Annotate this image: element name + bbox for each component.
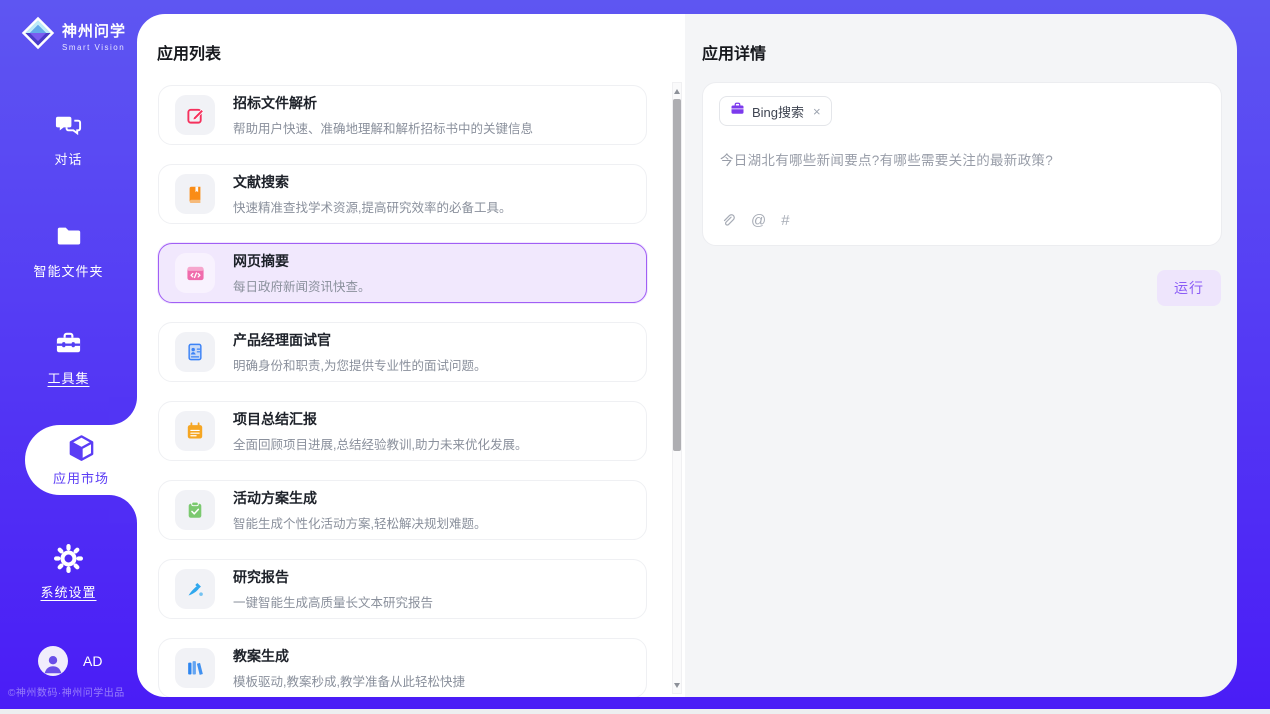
sidebar: 神州问学 Smart Vision 对话 智能文件夹 工具集 应用市场 系统设置 bbox=[0, 0, 137, 714]
app-card[interactable]: 教案生成 模板驱动,教案秒成,教学准备从此轻松快捷 bbox=[158, 638, 647, 697]
sidebar-item-toolset[interactable]: 工具集 bbox=[0, 329, 137, 387]
browser-code-icon bbox=[175, 253, 215, 293]
app-card-description: 智能生成个性化活动方案,轻松解决规划难题。 bbox=[233, 513, 486, 532]
app-card-description: 每日政府新闻资讯快查。 bbox=[233, 276, 371, 295]
books-icon bbox=[175, 648, 215, 688]
app-card-title: 产品经理面试官 bbox=[233, 330, 486, 350]
cube-icon bbox=[66, 433, 97, 463]
app-card-description: 模板驱动,教案秒成,教学准备从此轻松快捷 bbox=[233, 671, 465, 690]
app-list-panel: 应用列表 招标文件解析 帮助用户快速、准确地理解和解析招标书中的关键信息 文献搜… bbox=[137, 14, 685, 697]
app-card-title: 教案生成 bbox=[233, 646, 465, 666]
book-icon bbox=[175, 174, 215, 214]
scroll-down-arrow-icon[interactable] bbox=[673, 679, 681, 691]
resume-icon bbox=[175, 332, 215, 372]
document-edit-icon bbox=[175, 95, 215, 135]
window-bottom-edge bbox=[0, 709, 1270, 714]
app-list-title: 应用列表 bbox=[157, 40, 221, 64]
briefcase-icon bbox=[730, 101, 745, 121]
scrollbar-thumb[interactable] bbox=[673, 99, 681, 451]
app-card-description: 明确身份和职责,为您提供专业性的面试问题。 bbox=[233, 355, 486, 374]
active-tab-curve-bottom bbox=[109, 495, 137, 523]
calendar-icon bbox=[175, 411, 215, 451]
tool-chip-bing-search[interactable]: Bing搜索 × bbox=[719, 96, 832, 126]
diamond-logo-icon bbox=[20, 15, 56, 56]
app-list: 招标文件解析 帮助用户快速、准确地理解和解析招标书中的关键信息 文献搜索 快速精… bbox=[158, 85, 647, 697]
toolbox-icon bbox=[54, 329, 83, 359]
sidebar-item-chat[interactable]: 对话 bbox=[0, 110, 137, 168]
app-card-title: 项目总结汇报 bbox=[233, 409, 527, 429]
app-detail-panel: 应用详情 Bing搜索 × 今日湖北有哪些新闻要点?有哪些需要关注的最新政策? bbox=[685, 14, 1237, 697]
chat-icon bbox=[54, 110, 83, 140]
sidebar-item-app-market[interactable]: 应用市场 bbox=[25, 425, 137, 495]
app-card[interactable]: 招标文件解析 帮助用户快速、准确地理解和解析招标书中的关键信息 bbox=[158, 85, 647, 145]
ink-pen-icon bbox=[175, 569, 215, 609]
app-card-description: 帮助用户快速、准确地理解和解析招标书中的关键信息 bbox=[233, 118, 533, 137]
app-card[interactable]: 文献搜索 快速精准查找学术资源,提高研究效率的必备工具。 bbox=[158, 164, 647, 224]
folder-icon bbox=[55, 222, 83, 252]
app-card[interactable]: 产品经理面试官 明确身份和职责,为您提供专业性的面试问题。 bbox=[158, 322, 647, 382]
app-card-title: 网页摘要 bbox=[233, 251, 371, 271]
gear-icon bbox=[54, 543, 83, 573]
prompt-input[interactable]: 今日湖北有哪些新闻要点?有哪些需要关注的最新政策? bbox=[720, 149, 1205, 169]
mention-icon[interactable]: @ bbox=[751, 212, 766, 229]
sidebar-item-label: 应用市场 bbox=[53, 468, 109, 487]
app-card-title: 研究报告 bbox=[233, 567, 433, 587]
app-card[interactable]: 研究报告 一键智能生成高质量长文本研究报告 bbox=[158, 559, 647, 619]
user-account[interactable]: AD bbox=[38, 646, 102, 676]
sidebar-item-label: 系统设置 bbox=[40, 582, 96, 601]
app-card[interactable]: 项目总结汇报 全面回顾项目进展,总结经验教训,助力未来优化发展。 bbox=[158, 401, 647, 461]
sidebar-item-smart-folder[interactable]: 智能文件夹 bbox=[0, 222, 137, 280]
chip-close-icon[interactable]: × bbox=[813, 105, 821, 118]
app-card[interactable]: 网页摘要 每日政府新闻资讯快查。 bbox=[158, 243, 647, 303]
app-detail-title: 应用详情 bbox=[702, 40, 766, 64]
app-card-description: 快速精准查找学术资源,提高研究效率的必备工具。 bbox=[233, 197, 511, 216]
copyright-footer: ©神州数码·神州问学出品 bbox=[8, 684, 138, 699]
attachment-icon[interactable] bbox=[720, 213, 736, 229]
input-toolbar: @ # bbox=[720, 212, 790, 229]
prompt-card: Bing搜索 × 今日湖北有哪些新闻要点?有哪些需要关注的最新政策? @ # bbox=[702, 82, 1222, 246]
app-card-title: 文献搜索 bbox=[233, 172, 511, 192]
clipboard-check-icon bbox=[175, 490, 215, 530]
hash-icon[interactable]: # bbox=[781, 212, 789, 229]
user-name: AD bbox=[83, 653, 102, 669]
app-card-title: 招标文件解析 bbox=[233, 93, 533, 113]
app-card-description: 一键智能生成高质量长文本研究报告 bbox=[233, 592, 433, 611]
scroll-up-arrow-icon[interactable] bbox=[673, 85, 681, 97]
brand-text: 神州问学 Smart Vision bbox=[62, 20, 126, 52]
sidebar-item-label: 对话 bbox=[54, 149, 82, 168]
user-avatar-icon bbox=[38, 646, 68, 676]
main-content: 应用列表 招标文件解析 帮助用户快速、准确地理解和解析招标书中的关键信息 文献搜… bbox=[137, 14, 1237, 697]
brand-name: 神州问学 bbox=[62, 20, 126, 41]
app-card-description: 全面回顾项目进展,总结经验教训,助力未来优化发展。 bbox=[233, 434, 527, 453]
sidebar-item-settings[interactable]: 系统设置 bbox=[0, 543, 137, 601]
brand-logo: 神州问学 Smart Vision bbox=[20, 15, 126, 56]
list-scrollbar[interactable] bbox=[672, 82, 682, 694]
run-button[interactable]: 运行 bbox=[1157, 270, 1221, 306]
brand-subtitle: Smart Vision bbox=[62, 43, 126, 52]
sidebar-item-label: 智能文件夹 bbox=[33, 261, 103, 280]
tool-chip-label: Bing搜索 bbox=[752, 102, 804, 121]
sidebar-item-label: 工具集 bbox=[47, 368, 89, 387]
app-card[interactable]: 活动方案生成 智能生成个性化活动方案,轻松解决规划难题。 bbox=[158, 480, 647, 540]
app-card-title: 活动方案生成 bbox=[233, 488, 486, 508]
app-window: 神州问学 Smart Vision 对话 智能文件夹 工具集 应用市场 系统设置 bbox=[0, 0, 1270, 714]
active-tab-curve-top bbox=[109, 397, 137, 425]
